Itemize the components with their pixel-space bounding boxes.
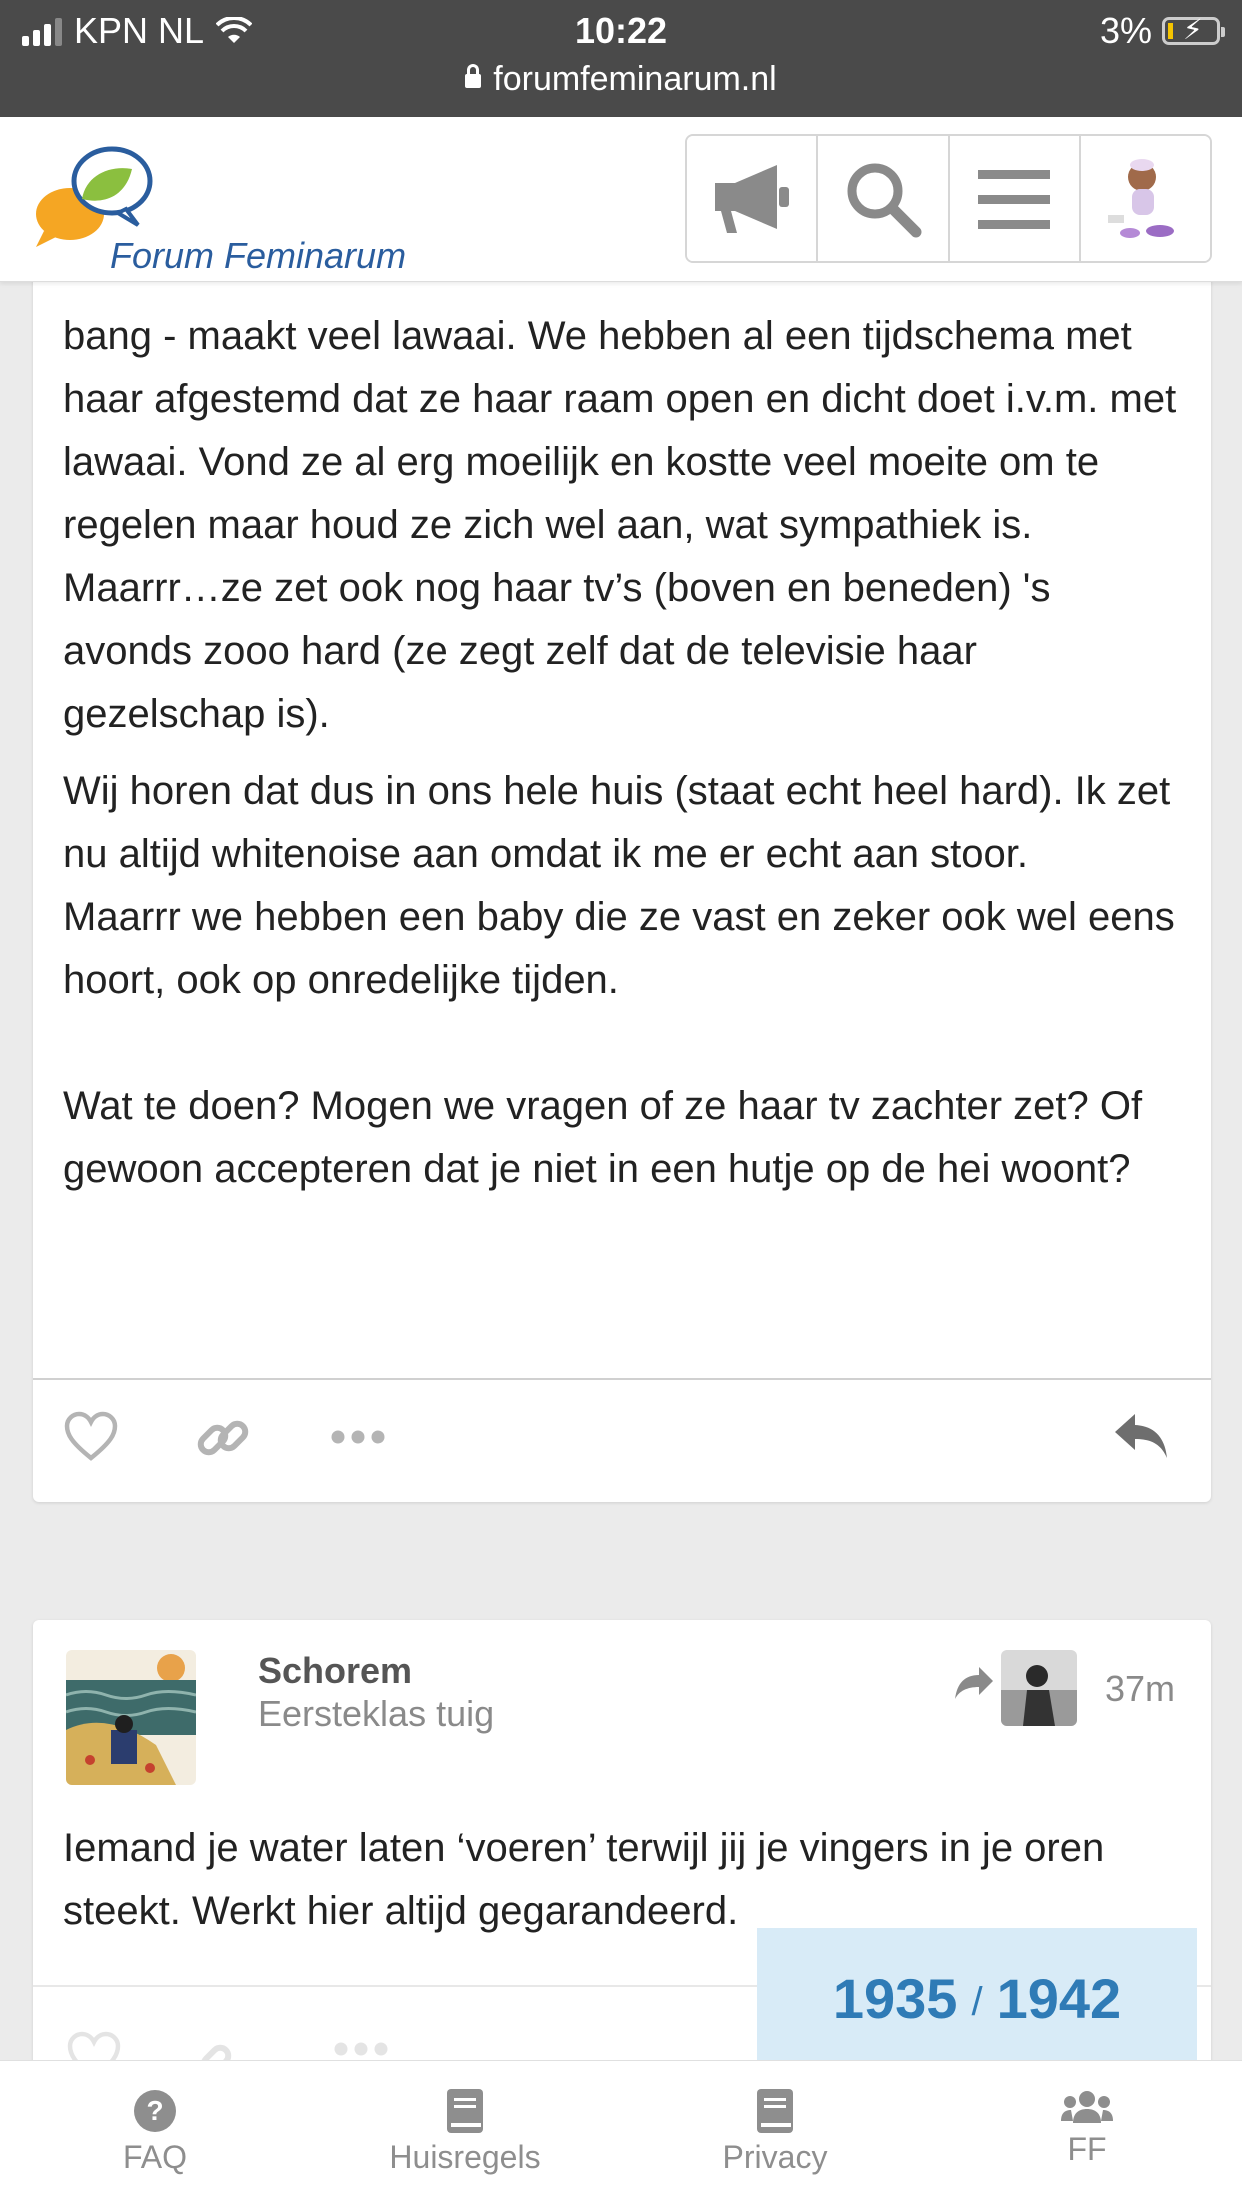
reply-to-avatar[interactable] — [1001, 1650, 1077, 1726]
bottom-nav-label: Privacy — [722, 2139, 828, 2175]
user-title: Eersteklas tuig — [258, 1693, 495, 1734]
bottom-nav-label: FF — [1067, 2131, 1107, 2167]
user-avatar — [1108, 158, 1175, 238]
search-icon — [847, 163, 922, 237]
book-icon — [447, 2089, 483, 2133]
link-icon[interactable] — [195, 1410, 251, 1466]
reply-avatar-photo — [1001, 1650, 1077, 1726]
post-paragraph: Wij horen dat dus in ons hele huis (staa… — [63, 760, 1183, 1012]
reply-to-icon[interactable] — [953, 1665, 995, 1701]
post-line: Maarrr we hebben een baby die ze vast en… — [63, 895, 1175, 1002]
post-actions — [33, 1378, 1211, 1502]
user-avatar[interactable] — [66, 1650, 196, 1785]
url-bar[interactable]: forumfeminarum.nl — [0, 60, 1242, 99]
svg-text:?: ? — [146, 2095, 163, 2126]
clock: 10:22 — [574, 10, 668, 51]
bottom-nav: ? FAQ Huisregels Privacy FF — [0, 2060, 1242, 2208]
avatar-illustration — [66, 1650, 196, 1785]
logo-bubbles-icon — [36, 146, 153, 247]
heart-icon[interactable] — [63, 1410, 119, 1462]
menu-icon — [978, 169, 1051, 229]
post-line: Wij horen dat dus in ons hele huis (staa… — [63, 769, 1171, 876]
book-icon — [757, 2089, 793, 2133]
battery-percent: 3% — [1099, 10, 1152, 51]
post-card: Situatie: buurvrouw – eenzaam, psychisch… — [33, 260, 1211, 1502]
site-logo[interactable]: Forum Feminarum — [30, 139, 430, 276]
logo-text: Forum Feminarum — [110, 235, 407, 276]
site-header: Forum Feminarum — [0, 117, 1242, 282]
bottom-nav-huisregels[interactable]: Huisregels — [365, 2089, 565, 2176]
status-bar: KPN NL 10:22 3% ⚡ forumfeminarum.nl — [0, 0, 1242, 117]
question-circle-icon: ? — [134, 2090, 176, 2132]
users-icon — [1061, 2091, 1113, 2123]
progress-current: 1935 — [832, 1967, 958, 2030]
battery-icon: ⚡ — [1162, 16, 1225, 45]
post-paragraph: Iemand je water laten ‘voeren’ terwijl j… — [63, 1826, 1105, 1933]
bottom-nav-label: Huisregels — [389, 2139, 541, 2175]
progress-total: 1942 — [996, 1967, 1122, 2030]
user-menu-button[interactable] — [1080, 136, 1210, 261]
megaphone-icon — [714, 164, 789, 233]
progress-separator: / — [971, 1980, 983, 2024]
announcements-button[interactable] — [687, 136, 819, 261]
post-time[interactable]: 37m — [1105, 1668, 1175, 1710]
lock-icon — [465, 64, 482, 88]
reply-icon[interactable] — [1113, 1410, 1171, 1462]
url-text: forumfeminarum.nl — [493, 60, 777, 98]
menu-button[interactable] — [949, 136, 1081, 261]
topic-progress[interactable]: 1935 / 1942 — [757, 1928, 1197, 2068]
search-button[interactable] — [818, 136, 950, 261]
battery-status: 3% ⚡ — [1099, 10, 1225, 52]
header-nav — [685, 134, 1212, 263]
username[interactable]: Schorem — [258, 1650, 412, 1692]
bottom-nav-faq[interactable]: ? FAQ — [55, 2089, 255, 2176]
more-icon — [334, 2042, 388, 2056]
bottom-nav-label: FAQ — [122, 2139, 187, 2175]
more-icon[interactable] — [331, 1430, 385, 1444]
bottom-nav-ff[interactable]: FF — [987, 2089, 1187, 2168]
post-paragraph: Wat te doen? Mogen we vragen of ze haar … — [63, 1084, 1143, 1191]
bottom-nav-privacy[interactable]: Privacy — [675, 2089, 875, 2176]
post-paragraph: bang - maakt veel lawaai. We hebben al e… — [63, 314, 1177, 736]
